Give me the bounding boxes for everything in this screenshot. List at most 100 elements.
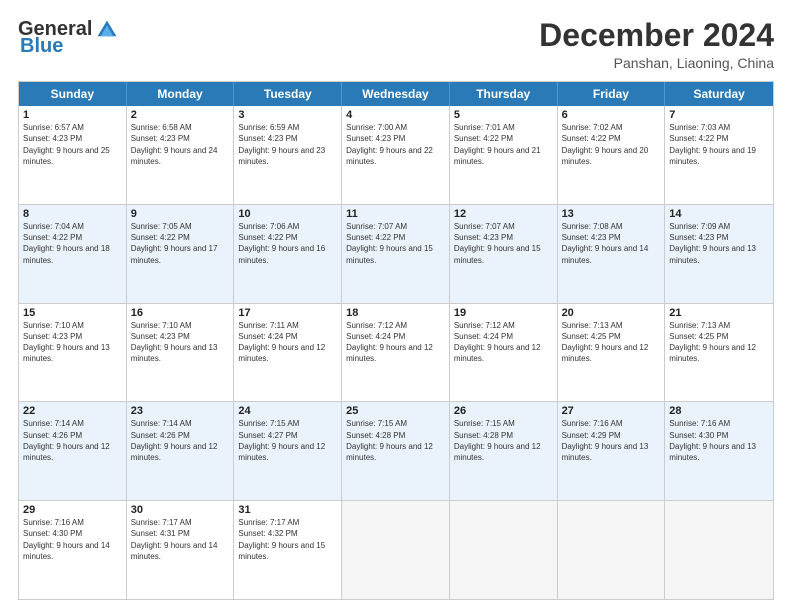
calendar-row: 8Sunrise: 7:04 AMSunset: 4:22 PMDaylight… [19,205,773,304]
day-number: 22 [23,405,122,417]
calendar-cell: 17Sunrise: 7:11 AMSunset: 4:24 PMDayligh… [234,304,342,402]
page: General Blue December 2024 Panshan, Liao… [0,0,792,612]
calendar-cell: 9Sunrise: 7:05 AMSunset: 4:22 PMDaylight… [127,205,235,303]
day-number: 5 [454,109,553,121]
day-info: Sunrise: 7:17 AMSunset: 4:31 PMDaylight:… [131,517,230,562]
day-info: Sunrise: 7:17 AMSunset: 4:32 PMDaylight:… [238,517,337,562]
calendar-cell: 22Sunrise: 7:14 AMSunset: 4:26 PMDayligh… [19,402,127,500]
day-info: Sunrise: 7:15 AMSunset: 4:27 PMDaylight:… [238,418,337,463]
day-number: 2 [131,109,230,121]
calendar-row: 1Sunrise: 6:57 AMSunset: 4:23 PMDaylight… [19,106,773,205]
day-number: 12 [454,208,553,220]
day-info: Sunrise: 7:08 AMSunset: 4:23 PMDaylight:… [562,221,661,266]
day-number: 14 [669,208,769,220]
day-info: Sunrise: 7:14 AMSunset: 4:26 PMDaylight:… [131,418,230,463]
logo-blue: Blue [20,35,63,58]
calendar-cell: 18Sunrise: 7:12 AMSunset: 4:24 PMDayligh… [342,304,450,402]
day-info: Sunrise: 6:59 AMSunset: 4:23 PMDaylight:… [238,122,337,167]
title-section: December 2024 Panshan, Liaoning, China [539,18,774,71]
calendar-cell: 11Sunrise: 7:07 AMSunset: 4:22 PMDayligh… [342,205,450,303]
header-day-saturday: Saturday [665,82,773,106]
day-info: Sunrise: 7:11 AMSunset: 4:24 PMDaylight:… [238,320,337,365]
day-info: Sunrise: 7:09 AMSunset: 4:23 PMDaylight:… [669,221,769,266]
calendar-cell: 1Sunrise: 6:57 AMSunset: 4:23 PMDaylight… [19,106,127,204]
calendar-cell: 28Sunrise: 7:16 AMSunset: 4:30 PMDayligh… [665,402,773,500]
day-info: Sunrise: 7:10 AMSunset: 4:23 PMDaylight:… [23,320,122,365]
location-subtitle: Panshan, Liaoning, China [539,55,774,71]
logo-icon [96,19,118,41]
day-info: Sunrise: 7:16 AMSunset: 4:30 PMDaylight:… [669,418,769,463]
header-day-thursday: Thursday [450,82,558,106]
day-info: Sunrise: 7:16 AMSunset: 4:29 PMDaylight:… [562,418,661,463]
day-info: Sunrise: 7:10 AMSunset: 4:23 PMDaylight:… [131,320,230,365]
day-info: Sunrise: 7:03 AMSunset: 4:22 PMDaylight:… [669,122,769,167]
header-day-wednesday: Wednesday [342,82,450,106]
header-day-monday: Monday [127,82,235,106]
calendar-cell: 4Sunrise: 7:00 AMSunset: 4:23 PMDaylight… [342,106,450,204]
day-info: Sunrise: 7:15 AMSunset: 4:28 PMDaylight:… [454,418,553,463]
calendar-cell: 20Sunrise: 7:13 AMSunset: 4:25 PMDayligh… [558,304,666,402]
calendar-cell: 27Sunrise: 7:16 AMSunset: 4:29 PMDayligh… [558,402,666,500]
day-number: 17 [238,307,337,319]
day-number: 19 [454,307,553,319]
day-number: 29 [23,504,122,516]
calendar-cell: 8Sunrise: 7:04 AMSunset: 4:22 PMDaylight… [19,205,127,303]
calendar-row: 22Sunrise: 7:14 AMSunset: 4:26 PMDayligh… [19,402,773,501]
logo: General Blue [18,18,118,58]
calendar-cell [665,501,773,599]
day-info: Sunrise: 7:06 AMSunset: 4:22 PMDaylight:… [238,221,337,266]
day-info: Sunrise: 7:13 AMSunset: 4:25 PMDaylight:… [562,320,661,365]
calendar-cell: 31Sunrise: 7:17 AMSunset: 4:32 PMDayligh… [234,501,342,599]
day-number: 31 [238,504,337,516]
calendar-header: SundayMondayTuesdayWednesdayThursdayFrid… [19,82,773,106]
calendar-cell: 7Sunrise: 7:03 AMSunset: 4:22 PMDaylight… [665,106,773,204]
calendar-body: 1Sunrise: 6:57 AMSunset: 4:23 PMDaylight… [19,106,773,599]
calendar-cell [342,501,450,599]
day-info: Sunrise: 7:07 AMSunset: 4:23 PMDaylight:… [454,221,553,266]
calendar-cell: 16Sunrise: 7:10 AMSunset: 4:23 PMDayligh… [127,304,235,402]
calendar-cell: 12Sunrise: 7:07 AMSunset: 4:23 PMDayligh… [450,205,558,303]
day-number: 30 [131,504,230,516]
calendar: SundayMondayTuesdayWednesdayThursdayFrid… [18,81,774,600]
calendar-row: 29Sunrise: 7:16 AMSunset: 4:30 PMDayligh… [19,501,773,599]
day-number: 21 [669,307,769,319]
header-day-friday: Friday [558,82,666,106]
day-info: Sunrise: 7:02 AMSunset: 4:22 PMDaylight:… [562,122,661,167]
day-number: 23 [131,405,230,417]
calendar-cell: 10Sunrise: 7:06 AMSunset: 4:22 PMDayligh… [234,205,342,303]
header-day-sunday: Sunday [19,82,127,106]
day-number: 7 [669,109,769,121]
day-number: 18 [346,307,445,319]
day-number: 16 [131,307,230,319]
day-info: Sunrise: 7:13 AMSunset: 4:25 PMDaylight:… [669,320,769,365]
day-number: 27 [562,405,661,417]
day-info: Sunrise: 7:12 AMSunset: 4:24 PMDaylight:… [346,320,445,365]
day-number: 20 [562,307,661,319]
calendar-cell: 24Sunrise: 7:15 AMSunset: 4:27 PMDayligh… [234,402,342,500]
calendar-cell: 30Sunrise: 7:17 AMSunset: 4:31 PMDayligh… [127,501,235,599]
day-number: 26 [454,405,553,417]
day-number: 8 [23,208,122,220]
calendar-cell [558,501,666,599]
day-number: 24 [238,405,337,417]
calendar-cell: 26Sunrise: 7:15 AMSunset: 4:28 PMDayligh… [450,402,558,500]
calendar-cell: 2Sunrise: 6:58 AMSunset: 4:23 PMDaylight… [127,106,235,204]
day-number: 28 [669,405,769,417]
day-info: Sunrise: 7:07 AMSunset: 4:22 PMDaylight:… [346,221,445,266]
month-title: December 2024 [539,18,774,53]
day-info: Sunrise: 7:16 AMSunset: 4:30 PMDaylight:… [23,517,122,562]
calendar-cell: 3Sunrise: 6:59 AMSunset: 4:23 PMDaylight… [234,106,342,204]
header: General Blue December 2024 Panshan, Liao… [18,18,774,71]
header-day-tuesday: Tuesday [234,82,342,106]
day-number: 1 [23,109,122,121]
day-info: Sunrise: 7:12 AMSunset: 4:24 PMDaylight:… [454,320,553,365]
day-number: 6 [562,109,661,121]
day-number: 11 [346,208,445,220]
day-info: Sunrise: 7:05 AMSunset: 4:22 PMDaylight:… [131,221,230,266]
day-number: 13 [562,208,661,220]
day-info: Sunrise: 7:01 AMSunset: 4:22 PMDaylight:… [454,122,553,167]
calendar-cell: 25Sunrise: 7:15 AMSunset: 4:28 PMDayligh… [342,402,450,500]
calendar-cell: 29Sunrise: 7:16 AMSunset: 4:30 PMDayligh… [19,501,127,599]
calendar-cell: 21Sunrise: 7:13 AMSunset: 4:25 PMDayligh… [665,304,773,402]
day-info: Sunrise: 7:14 AMSunset: 4:26 PMDaylight:… [23,418,122,463]
